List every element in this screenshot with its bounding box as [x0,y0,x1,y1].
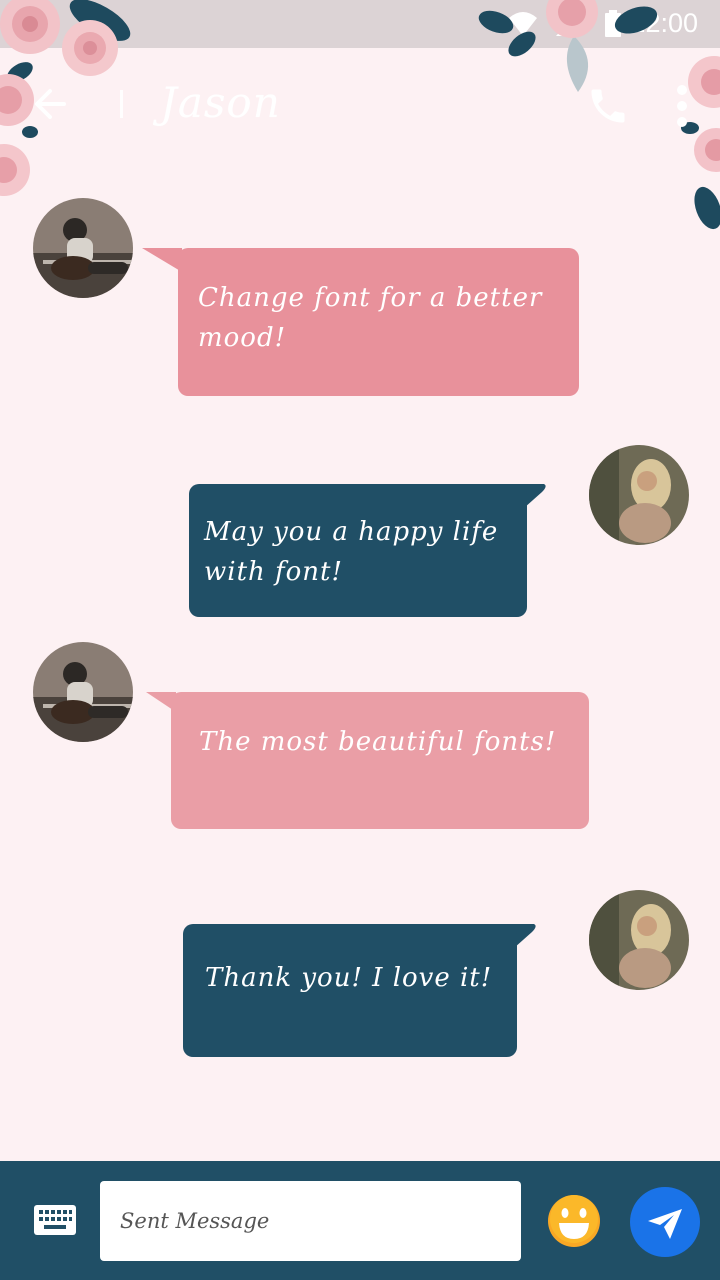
send-icon [648,1209,682,1239]
app-bar: Jason [0,48,720,160]
user-avatar[interactable] [589,445,689,545]
message-input[interactable] [100,1181,521,1261]
contact-avatar[interactable] [33,198,133,298]
send-button[interactable] [630,1187,700,1257]
contact-name-title: Jason [160,78,281,127]
back-arrow-icon[interactable] [30,84,70,124]
message-text: The most beautiful fonts! [199,727,557,757]
message-text: Thank you! I love it! [205,963,493,993]
emoji-icon[interactable] [546,1193,602,1249]
message-input-bar [0,1161,720,1280]
message-text: May you a happy life with font! [204,517,499,587]
contact-avatar[interactable] [33,642,133,742]
bubble-tail [142,248,182,272]
user-avatar[interactable] [589,890,689,990]
keyboard-icon[interactable] [34,1205,76,1237]
more-vert-icon[interactable] [676,84,688,128]
app-bar-divider [120,90,123,118]
message-text: Change font for a better mood! [198,283,543,353]
phone-icon[interactable] [586,84,630,128]
